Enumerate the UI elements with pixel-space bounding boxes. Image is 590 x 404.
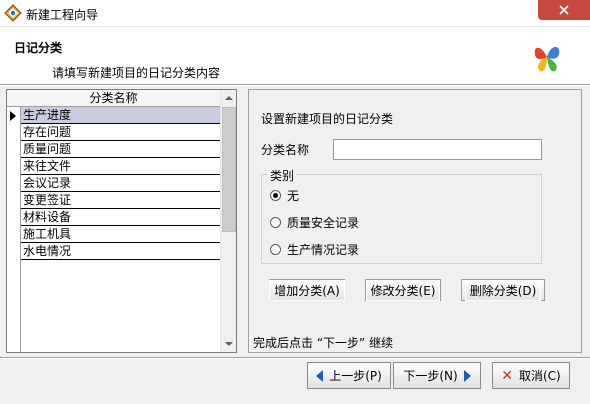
current-row-arrow-icon xyxy=(10,111,16,121)
category-list[interactable]: 分类名称 生产进度 存在问题 质量问题 来往文件 会议记录 变更签证 材料设备 … xyxy=(6,89,237,353)
wizard-app-icon xyxy=(4,4,22,22)
radio-label: 质量安全记录 xyxy=(287,216,360,230)
radio-production[interactable]: 生产情况记录 xyxy=(270,241,359,258)
cancel-x-icon: ✕ xyxy=(501,367,513,384)
butterfly-logo-icon xyxy=(534,46,560,72)
chevron-up-icon xyxy=(225,96,233,100)
list-item[interactable]: 存在问题 xyxy=(21,124,220,141)
list-rows: 生产进度 存在问题 质量问题 来往文件 会议记录 变更签证 材料设备 施工机具 … xyxy=(21,107,220,260)
add-category-button[interactable]: 增加分类(A) xyxy=(269,279,345,301)
wizard-body: 分类名称 生产进度 存在问题 质量问题 来往文件 会议记录 变更签证 材料设备 … xyxy=(0,86,590,357)
add-category-label: 增加分类(A) xyxy=(269,279,345,301)
step-subtitle: 请填写新建项目的日记分类内容 xyxy=(52,66,221,80)
scroll-thumb[interactable] xyxy=(222,107,236,232)
next-label: 下一步(N) xyxy=(403,369,458,383)
settings-heading: 设置新建项目的日记分类 xyxy=(261,112,394,126)
category-settings-panel: 设置新建项目的日记分类 分类名称 类别 无 质量安全记录 生产情况记录 增加分类… xyxy=(248,89,582,353)
arrow-left-icon xyxy=(316,369,324,382)
edit-category-button[interactable]: 修改分类(E) xyxy=(365,279,441,301)
cancel-button[interactable]: ✕ 取消(C) xyxy=(492,362,570,389)
title-bar: 新建工程向导 xyxy=(0,0,590,27)
radio-label: 无 xyxy=(287,189,300,203)
radio-button[interactable] xyxy=(270,217,281,228)
list-item[interactable]: 来往文件 xyxy=(21,158,220,175)
radio-button[interactable] xyxy=(270,244,281,255)
radio-none[interactable]: 无 xyxy=(270,187,299,204)
prev-button[interactable]: 上一步(P) xyxy=(307,362,391,389)
type-group-label: 类别 xyxy=(268,167,297,184)
category-name-input[interactable] xyxy=(333,139,542,160)
arrow-right-icon xyxy=(463,369,471,382)
wizard-footer: 上一步(P) 下一步(N) ✕ 取消(C) xyxy=(0,359,590,404)
close-button[interactable] xyxy=(538,0,590,20)
continue-hint: 完成后点击 “下一步” 继续 xyxy=(253,336,394,350)
list-item[interactable]: 变更签证 xyxy=(21,192,220,209)
step-title: 日记分类 xyxy=(14,41,63,55)
window-title: 新建工程向导 xyxy=(26,8,99,22)
chevron-down-icon xyxy=(225,342,233,346)
radio-quality-safety[interactable]: 质量安全记录 xyxy=(270,214,359,231)
list-item[interactable]: 生产进度 xyxy=(21,107,220,124)
category-name-label: 分类名称 xyxy=(261,143,310,157)
radio-label: 生产情况记录 xyxy=(287,243,360,257)
scroll-up-button[interactable] xyxy=(221,90,237,106)
list-item[interactable]: 质量问题 xyxy=(21,141,220,158)
type-group-box: 类别 无 质量安全记录 生产情况记录 xyxy=(261,167,542,264)
row-indicator-column xyxy=(7,107,21,352)
list-item[interactable]: 会议记录 xyxy=(21,175,220,192)
close-icon xyxy=(559,5,569,15)
delete-category-button[interactable]: 删除分类(D) xyxy=(461,279,545,301)
list-item[interactable]: 材料设备 xyxy=(21,209,220,226)
cancel-label: 取消(C) xyxy=(518,369,561,383)
prev-label: 上一步(P) xyxy=(329,369,382,383)
radio-button[interactable] xyxy=(270,190,281,201)
list-scrollbar[interactable] xyxy=(220,90,236,352)
delete-category-label: 删除分类(D) xyxy=(464,279,542,301)
list-item[interactable]: 水电情况 xyxy=(21,243,220,260)
list-item[interactable]: 施工机具 xyxy=(21,226,220,243)
edit-category-label: 修改分类(E) xyxy=(365,279,441,301)
next-button[interactable]: 下一步(N) xyxy=(393,362,481,389)
scroll-down-button[interactable] xyxy=(221,336,237,352)
list-column-header[interactable]: 分类名称 xyxy=(7,90,220,107)
wizard-header: 日记分类 请填写新建项目的日记分类内容 xyxy=(4,28,586,83)
